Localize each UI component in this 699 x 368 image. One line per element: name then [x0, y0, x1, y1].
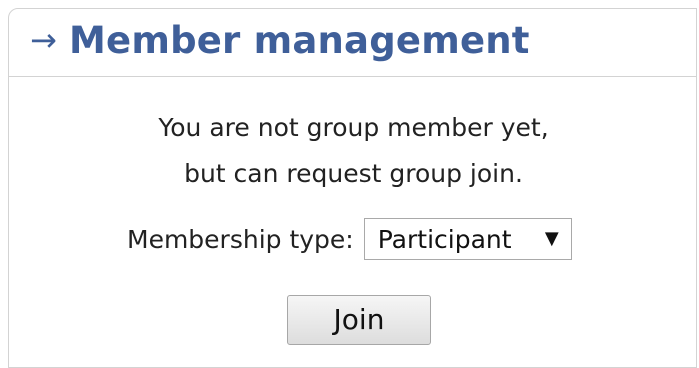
membership-type-select[interactable]: Participant ▼ [363, 218, 572, 260]
join-button[interactable]: Join [287, 295, 431, 345]
membership-type-label: Membership type: [127, 224, 354, 254]
membership-type-selected-value: Participant [377, 224, 512, 254]
right-arrow-icon: → [30, 21, 58, 59]
panel-header: → Member management [9, 9, 696, 77]
panel-title-label: Member management [69, 19, 530, 62]
membership-type-row: Membership type: Participant ▼ [127, 218, 572, 260]
membership-message-line-1: You are not group member yet, [158, 113, 549, 142]
member-management-panel: → Member management You are not group me… [8, 8, 697, 368]
chevron-down-icon: ▼ [544, 227, 559, 249]
membership-message-line-2: but can request group join. [184, 159, 523, 188]
panel-title: → Member management [30, 19, 530, 62]
